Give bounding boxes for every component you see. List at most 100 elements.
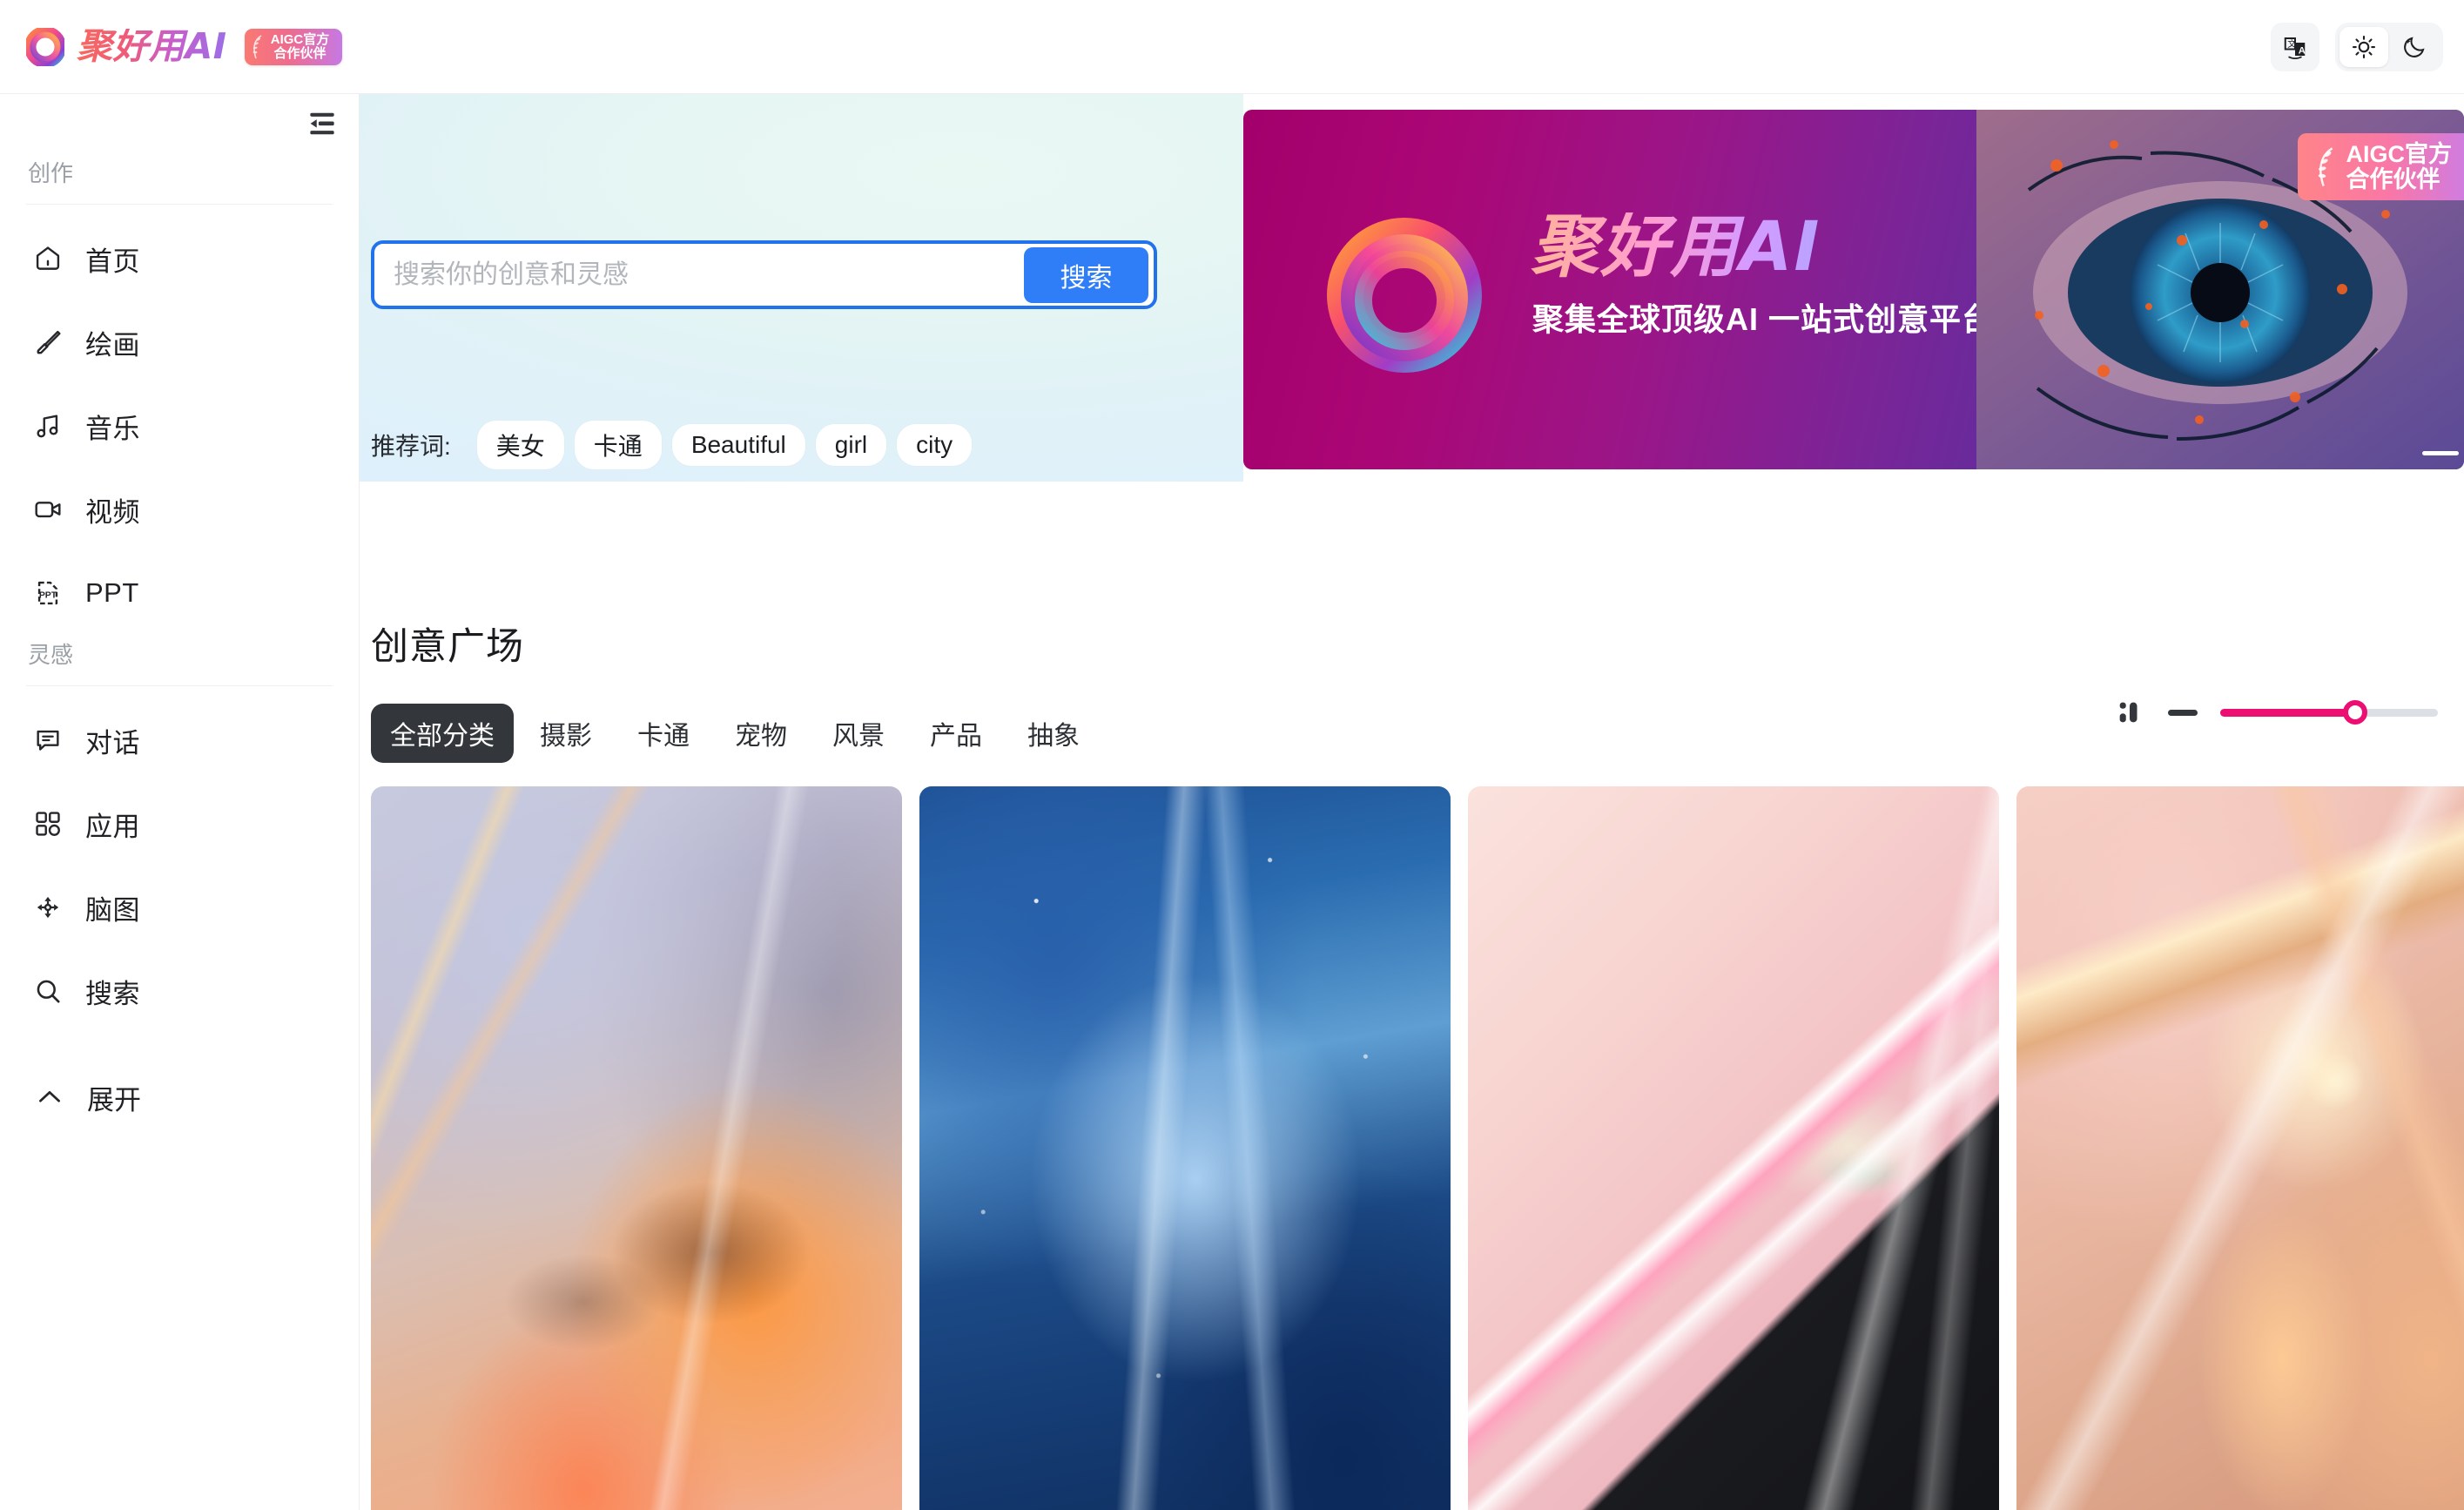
badge-line-1: AIGC官方 <box>270 32 330 48</box>
svg-text:A: A <box>2299 45 2306 56</box>
search-input[interactable] <box>374 244 1024 306</box>
brush-icon <box>31 326 64 359</box>
sidebar-expand-button[interactable]: 展开 <box>0 1055 359 1139</box>
tab-product[interactable]: 产品 <box>911 704 1001 763</box>
collapse-sidebar-icon <box>310 112 334 135</box>
card-artwork <box>2016 786 2464 1510</box>
slider-fill <box>2220 708 2355 717</box>
page-title: 创意广场 <box>371 626 524 668</box>
tab-all[interactable]: 全部分类 <box>371 704 514 763</box>
search-icon <box>31 974 64 1008</box>
sidebar-item-apps[interactable]: 应用 <box>0 782 359 866</box>
sidebar-item-label: 视频 <box>85 496 140 528</box>
sidebar-item-search[interactable]: 搜索 <box>0 949 359 1033</box>
recommended-label: 推荐词: <box>371 433 451 460</box>
brand-logo[interactable]: 聚好用AI AIGC官方 合作伙伴 <box>0 25 342 67</box>
image-card-grid <box>371 786 2464 1510</box>
moon-icon <box>2404 36 2425 57</box>
sidebar-item-label: 对话 <box>85 727 140 758</box>
sidebar-item-music[interactable]: 音乐 <box>0 384 359 468</box>
recommended-keywords: 推荐词: 美女 卡通 Beautiful girl city <box>371 421 973 469</box>
keyword-tag[interactable]: 美女 <box>476 421 564 469</box>
search-box[interactable]: 搜索 <box>371 240 1157 309</box>
mindmap-icon <box>31 891 64 924</box>
card-artwork <box>1468 786 1999 1510</box>
svg-text:PPT: PPT <box>39 591 57 601</box>
sidebar-expand-label: 展开 <box>87 1084 141 1116</box>
promo-banner[interactable]: 聚好用AI 聚集全球顶级AI 一站式创意平台 AIGC官方 合作伙伴 <box>1243 110 2464 469</box>
hero-area: 搜索 推荐词: 美女 卡通 Beautiful girl city <box>360 94 2464 482</box>
app-header: 聚好用AI AIGC官方 合作伙伴 A 文 <box>0 0 2464 94</box>
sidebar-item-label: 搜索 <box>85 978 140 1009</box>
card-artwork <box>919 786 1451 1510</box>
tab-cartoon[interactable]: 卡通 <box>618 704 709 763</box>
sun-icon <box>2352 35 2376 58</box>
sidebar-item-home[interactable]: 首页 <box>0 217 359 300</box>
sidebar-item-label: 音乐 <box>85 413 140 444</box>
laurel-icon <box>2318 146 2333 186</box>
collapse-sidebar-button[interactable] <box>305 106 340 141</box>
banner-carousel-indicator[interactable] <box>2422 451 2459 455</box>
card-size-slider[interactable] <box>2220 700 2438 725</box>
category-tabs: 全部分类 摄影 卡通 宠物 风景 产品 抽象 <box>371 704 1099 763</box>
zoom-out-button[interactable] <box>2168 709 2198 716</box>
sidebar-item-ppt[interactable]: PPT PPT <box>0 551 359 635</box>
search-panel: 搜索 推荐词: 美女 卡通 Beautiful girl city <box>360 94 1243 482</box>
sidebar-item-label: 首页 <box>85 246 140 277</box>
brand-name: 聚好用AI <box>77 25 227 67</box>
keyword-tag[interactable]: city <box>897 424 973 466</box>
theme-light-option[interactable] <box>2339 26 2388 67</box>
laurel-icon <box>252 34 261 58</box>
theme-dark-option[interactable] <box>2390 27 2439 67</box>
chat-bubble-icon <box>31 724 64 757</box>
brand-swirl-icon <box>26 27 64 66</box>
main-content: 搜索 推荐词: 美女 卡通 Beautiful girl city <box>360 94 2464 1510</box>
tab-pets[interactable]: 宠物 <box>716 704 806 763</box>
theme-toggle[interactable] <box>2335 22 2443 71</box>
sidebar-inspiration-list: 对话 应用 脑图 搜索 <box>0 686 359 1033</box>
sidebar-create-list: 首页 绘画 音乐 视频 PPT PPT <box>0 205 359 635</box>
tab-photography[interactable]: 摄影 <box>521 704 611 763</box>
sidebar-item-painting[interactable]: 绘画 <box>0 300 359 384</box>
aigc-partner-badge: AIGC官方 合作伙伴 <box>244 28 342 65</box>
banner-subtitle: 聚集全球顶级AI 一站式创意平台 <box>1532 301 1995 337</box>
banner-badge-line-1: AIGC官方 <box>2346 141 2453 168</box>
sidebar-item-label: PPT <box>85 577 139 608</box>
keyword-tag[interactable]: 卡通 <box>574 421 662 469</box>
home-icon <box>31 242 64 275</box>
badge-line-2: 合作伙伴 <box>273 45 327 61</box>
image-card[interactable] <box>2016 786 2464 1510</box>
sidebar-item-video[interactable]: 视频 <box>0 468 359 551</box>
banner-swirl-icon <box>1322 212 1487 378</box>
keyword-tag[interactable]: girl <box>815 424 887 466</box>
music-note-icon <box>31 409 64 442</box>
ppt-file-icon: PPT <box>31 576 64 610</box>
card-artwork <box>371 786 902 1510</box>
translate-button[interactable]: A 文 <box>2271 22 2319 71</box>
image-card[interactable] <box>371 786 902 1510</box>
banner-aigc-badge: AIGC官方 合作伙伴 <box>2297 133 2464 200</box>
header-actions: A 文 <box>2271 22 2464 71</box>
sidebar-section-inspiration: 灵感 <box>28 641 74 668</box>
tab-abstract[interactable]: 抽象 <box>1008 704 1099 763</box>
search-submit-button[interactable]: 搜索 <box>1024 246 1148 303</box>
apps-grid-icon <box>31 807 64 840</box>
svg-text:文: 文 <box>2287 38 2296 50</box>
grid-layout-icon <box>2119 702 2137 723</box>
sidebar-item-label: 应用 <box>85 811 140 842</box>
sidebar-item-label: 脑图 <box>85 894 140 926</box>
sidebar-item-mindmap[interactable]: 脑图 <box>0 866 359 949</box>
banner-badge-line-2: 合作伙伴 <box>2346 165 2440 192</box>
image-card[interactable] <box>919 786 1451 1510</box>
translate-icon: A 文 <box>2284 37 2306 59</box>
sidebar-item-chat[interactable]: 对话 <box>0 698 359 782</box>
sidebar-section-create: 创作 <box>28 159 74 186</box>
tab-landscape[interactable]: 风景 <box>813 704 904 763</box>
image-card[interactable] <box>1468 786 1999 1510</box>
slider-knob[interactable] <box>2343 700 2367 725</box>
grid-layout-button[interactable] <box>2114 697 2145 728</box>
keyword-tag[interactable]: Beautiful <box>671 424 805 466</box>
sidebar-item-label: 绘画 <box>85 329 140 361</box>
sidebar: 创作 首页 绘画 音乐 视频 PPT PPT 灵感 对话 应用 脑图 搜索 展开 <box>0 94 360 1510</box>
view-controls <box>2114 697 2438 728</box>
